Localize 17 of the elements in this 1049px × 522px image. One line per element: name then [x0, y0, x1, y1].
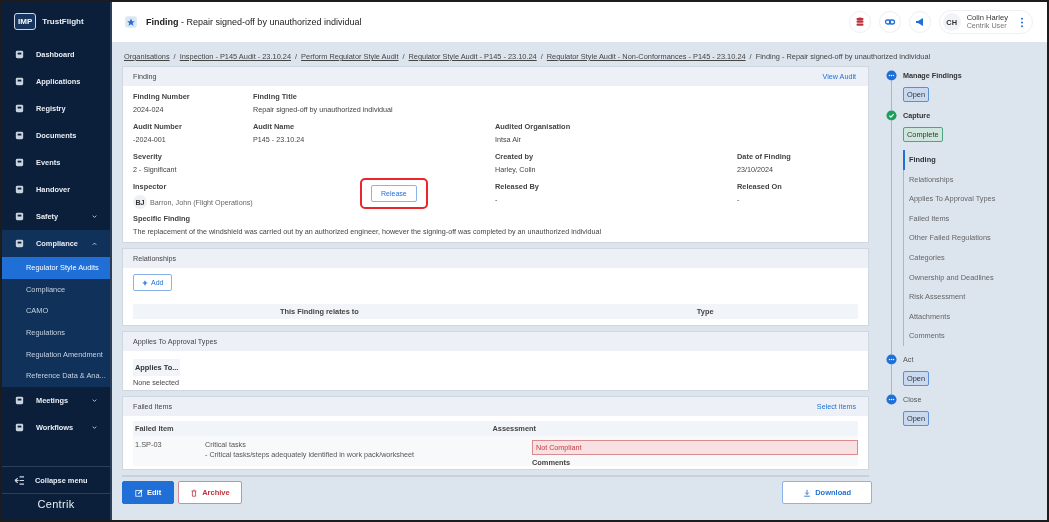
download-icon: [803, 488, 812, 497]
caret-icon: [91, 213, 98, 220]
brand-logo-text: Centrik: [37, 498, 75, 510]
page-title: Finding - Repair signed-off by unauthorized individual: [146, 17, 362, 27]
caret-icon: [91, 240, 98, 247]
logo-badge: IMP: [14, 13, 37, 30]
caret-icon: [91, 424, 98, 432]
trash-icon: [190, 488, 199, 497]
link-icon[interactable]: [878, 11, 901, 33]
star-document-icon: [124, 15, 138, 29]
app-name: TrustFlight: [42, 17, 84, 26]
collapse-icon: [14, 475, 25, 485]
more-icon: [1020, 16, 1024, 28]
edit-icon: [135, 488, 143, 497]
database-icon[interactable]: [848, 11, 871, 33]
caret-icon: [91, 397, 98, 405]
plus-icon: [142, 279, 148, 286]
